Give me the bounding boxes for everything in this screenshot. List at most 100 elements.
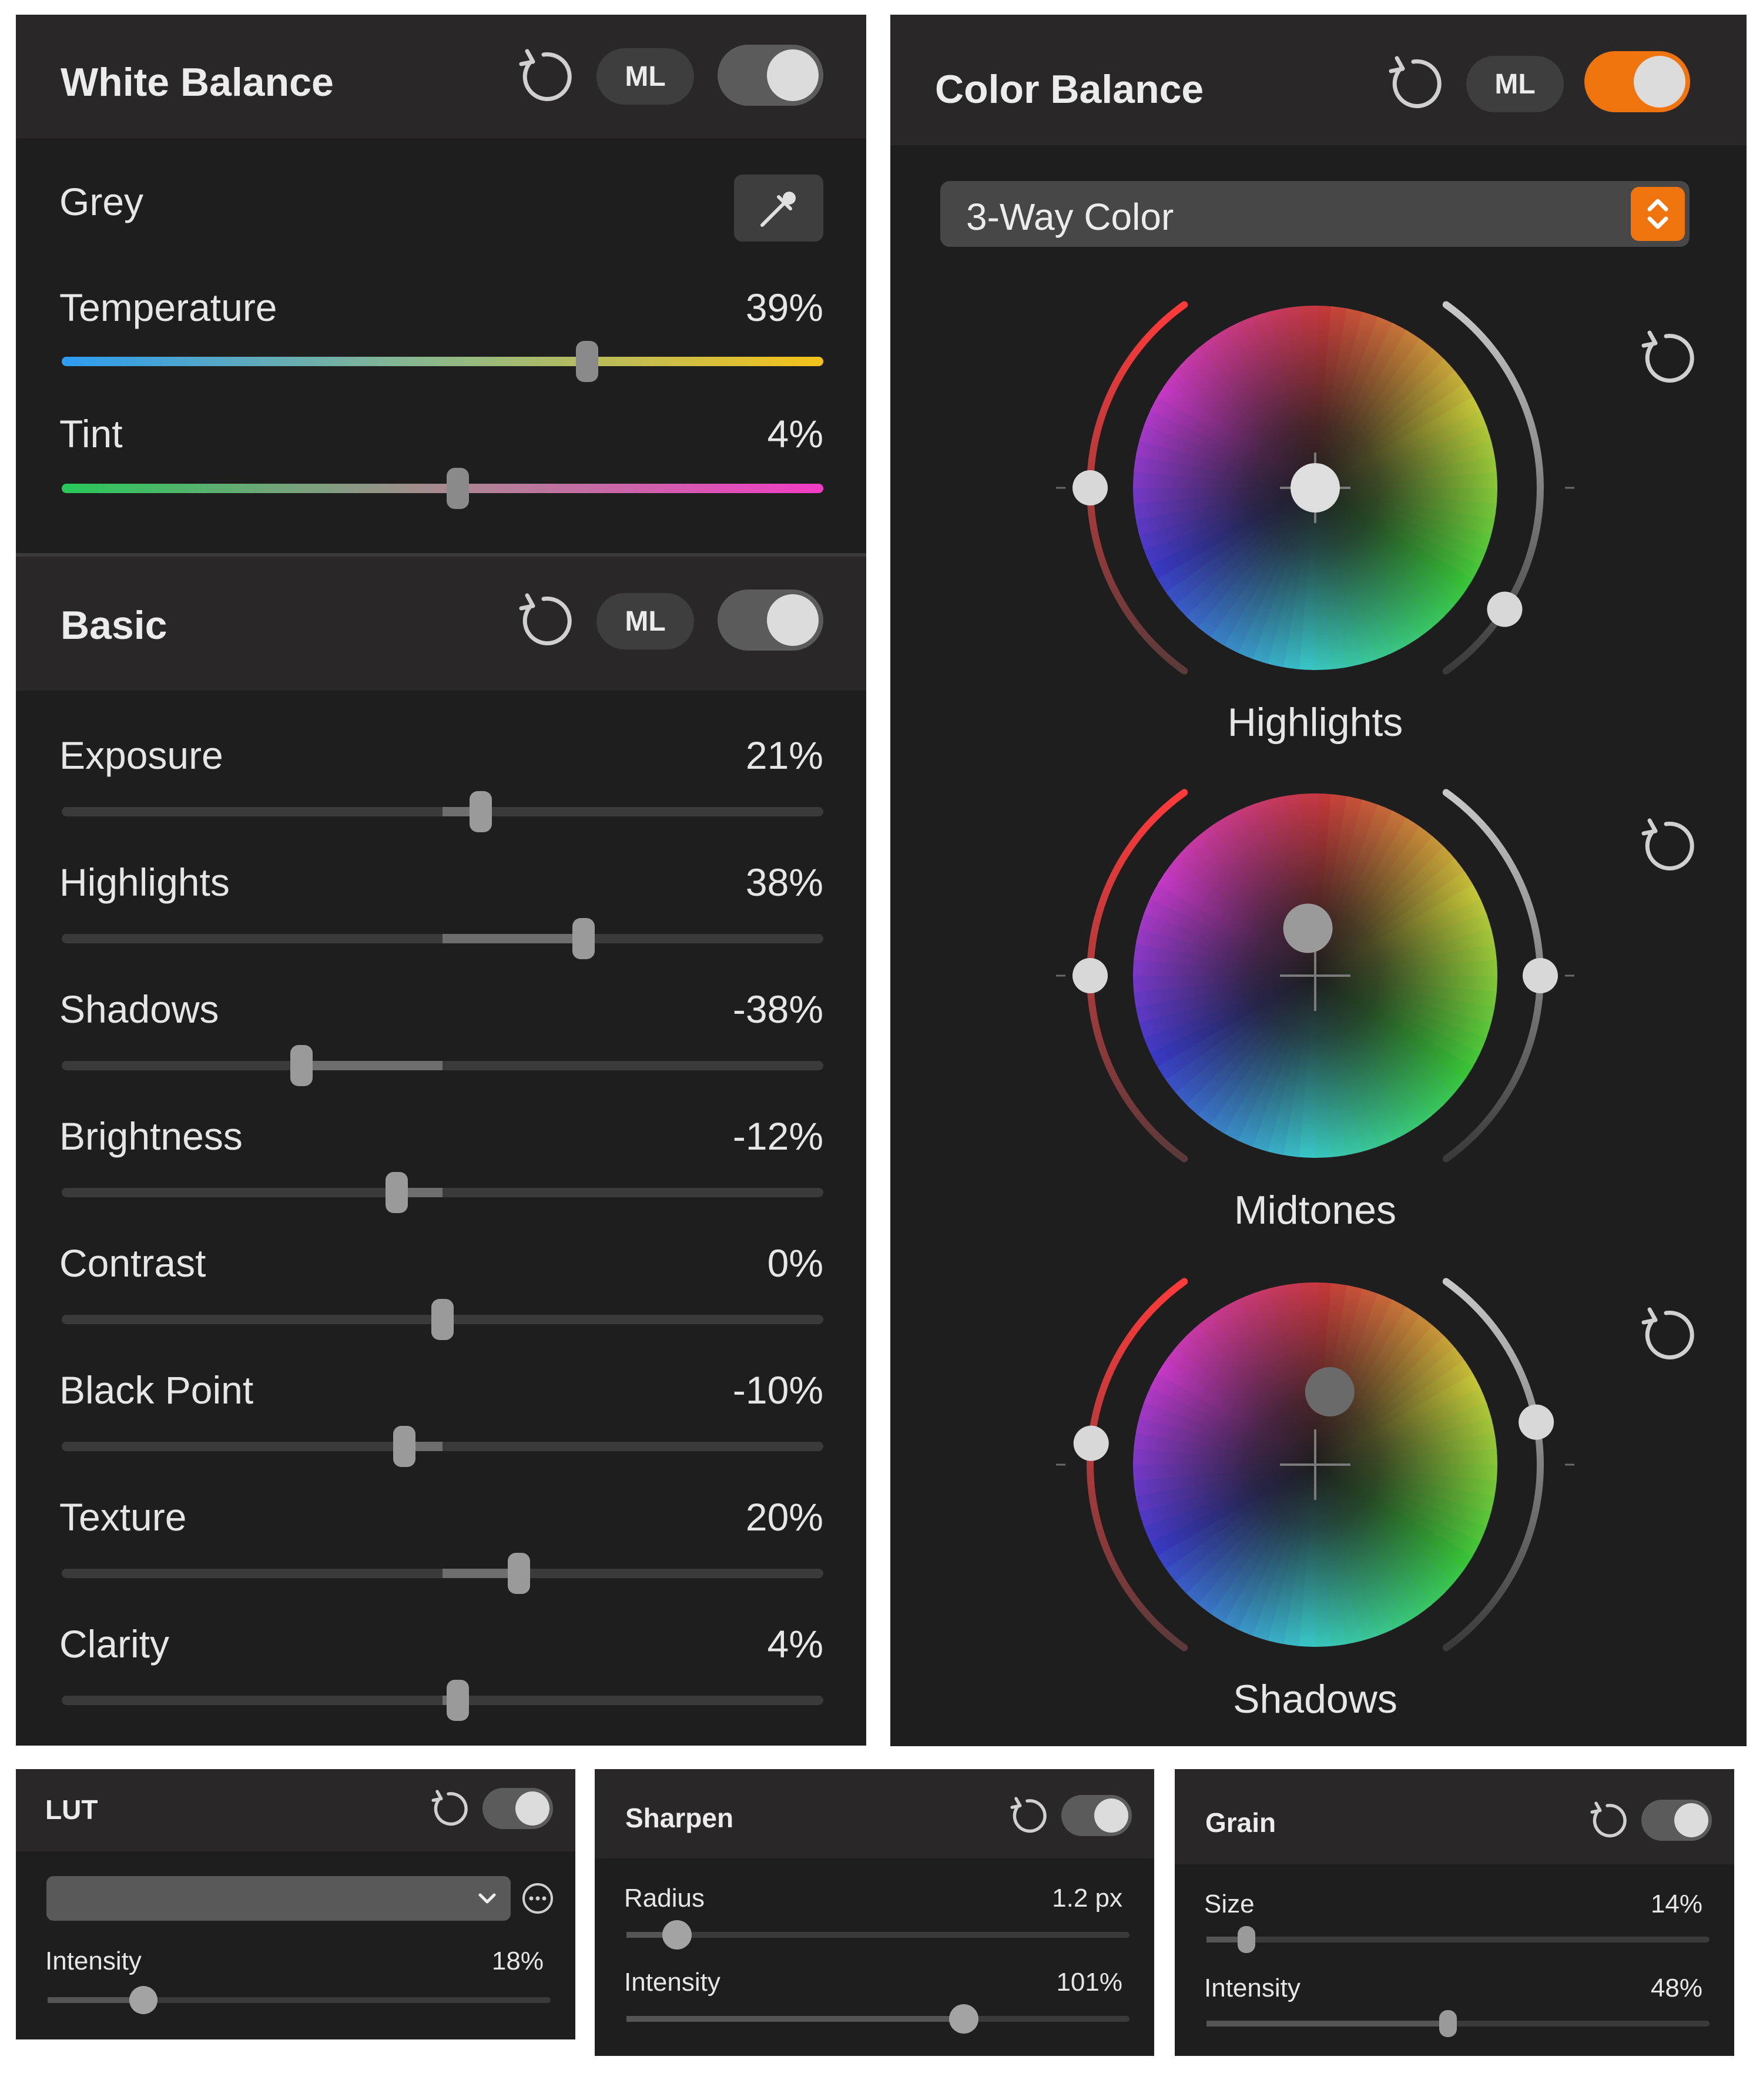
brightness-slider[interactable] [62, 1172, 823, 1213]
enable-toggle[interactable] [1641, 1800, 1712, 1841]
size-value: 14% [1650, 1890, 1702, 1918]
temperature-label: Temperature [59, 286, 277, 329]
shadows-value: -38% [732, 987, 823, 1031]
enable-toggle[interactable] [482, 1788, 553, 1829]
intensity-slider[interactable] [1206, 2010, 1710, 2037]
exposure-label: Exposure [59, 734, 223, 777]
intensity-value: 18% [491, 1947, 544, 1975]
mode-select-value: 3-Way Color [966, 196, 1174, 238]
lut-select[interactable] [46, 1876, 511, 1921]
enable-toggle[interactable] [1584, 51, 1690, 112]
brightness-value: -12% [732, 1114, 823, 1158]
color-puck[interactable] [1283, 903, 1333, 953]
clarity-slider[interactable] [62, 1680, 823, 1721]
ml-button[interactable]: ML [1466, 56, 1564, 112]
right-level-handle[interactable] [1487, 591, 1523, 627]
reset-icon[interactable] [1637, 329, 1695, 388]
radius-slider[interactable] [626, 1920, 1129, 1950]
color-wheel-graphic [1056, 1278, 1574, 1652]
temperature-value: 39% [745, 286, 823, 329]
enable-toggle[interactable] [718, 590, 823, 651]
reset-icon[interactable] [1384, 55, 1443, 113]
enable-toggle[interactable] [718, 45, 823, 106]
slider-thumb[interactable] [1238, 1926, 1256, 1953]
sharpen-header: Sharpen [595, 1769, 1154, 1858]
texture-value: 20% [745, 1495, 823, 1539]
clarity-label: Clarity [59, 1622, 170, 1666]
tint-label: Tint [59, 412, 123, 455]
slider-fill [1206, 2021, 1448, 2027]
radius-label: Radius [624, 1884, 705, 1913]
texture-label: Texture [59, 1495, 187, 1539]
reset-icon[interactable] [514, 592, 573, 651]
intensity-slider[interactable] [48, 1986, 551, 2014]
chevron-down-icon [477, 1889, 498, 1911]
slider-thumb[interactable] [576, 341, 599, 382]
size-slider[interactable] [1206, 1926, 1710, 1953]
slider-thumb[interactable] [507, 1553, 530, 1594]
highlights-wheel: Highlights [890, 253, 1747, 745]
slider-thumb[interactable] [662, 1920, 692, 1950]
intensity-label: Intensity [45, 1947, 142, 1975]
right-level-handle[interactable] [1523, 958, 1558, 993]
tint-slider[interactable] [62, 468, 823, 509]
reset-icon[interactable] [428, 1789, 468, 1829]
slider-thumb[interactable] [446, 468, 469, 509]
left-level-handle[interactable] [1072, 470, 1108, 505]
panel-title: LUT [45, 1794, 98, 1825]
shadows-slider[interactable] [62, 1045, 823, 1086]
slider-thumb[interactable] [386, 1172, 408, 1213]
black-point-value: -10% [732, 1368, 823, 1412]
reset-icon[interactable] [1007, 1796, 1047, 1836]
panel-title: Basic [61, 603, 167, 648]
slider-thumb[interactable] [290, 1045, 313, 1086]
reset-icon[interactable] [1637, 1306, 1695, 1365]
ml-button[interactable]: ML [596, 593, 694, 649]
left-level-handle[interactable] [1072, 958, 1108, 993]
intensity-slider[interactable] [626, 2004, 1129, 2034]
black-point-slider[interactable] [62, 1426, 823, 1467]
basic-panel: Basic ML Exposure 21% Highlights 38% Shadows… [16, 553, 866, 1746]
grey-label: Grey [59, 180, 144, 223]
mode-select[interactable]: 3-Way Color [940, 181, 1690, 247]
temperature-slider[interactable] [62, 341, 823, 382]
sharpen-panel: Sharpen Radius 1.2 px Intensity 101% [595, 1769, 1154, 2056]
right-level-handle[interactable] [1519, 1404, 1554, 1440]
size-label: Size [1204, 1890, 1255, 1918]
slider-thumb[interactable] [446, 1680, 469, 1721]
reset-icon[interactable] [1637, 817, 1695, 876]
ellipsis-circle-icon[interactable] [521, 1882, 554, 1918]
radius-value: 1.2 px [1052, 1884, 1122, 1913]
color-puck[interactable] [1291, 463, 1340, 513]
ml-button[interactable]: ML [596, 48, 694, 105]
reset-icon[interactable] [1587, 1801, 1627, 1841]
texture-slider[interactable] [62, 1553, 823, 1594]
slider-thumb[interactable] [572, 918, 595, 959]
shadows-wheel: Shadows [890, 1230, 1747, 1721]
eyedropper-button[interactable] [734, 175, 823, 242]
shadows-wheel-label: Shadows [1233, 1677, 1397, 1721]
reset-icon[interactable] [514, 48, 573, 106]
basic-header: Basic ML [16, 557, 866, 691]
slider-thumb[interactable] [431, 1299, 454, 1340]
grain-header: Grain [1175, 1769, 1734, 1864]
slider-fill [443, 934, 584, 943]
exposure-slider[interactable] [62, 791, 823, 832]
intensity-label: Intensity [624, 1968, 720, 1997]
shadows-label: Shadows [59, 987, 219, 1031]
white-balance-header: White Balance ML [16, 15, 866, 138]
slider-thumb[interactable] [393, 1426, 416, 1467]
slider-fill [626, 2016, 964, 2022]
slider-thumb[interactable] [129, 1986, 157, 2014]
color-puck[interactable] [1305, 1367, 1355, 1416]
black-point-label: Black Point [59, 1368, 254, 1412]
tint-value: 4% [767, 412, 823, 455]
slider-thumb[interactable] [948, 2004, 978, 2034]
slider-thumb[interactable] [469, 791, 492, 832]
panel-title: Sharpen [625, 1803, 734, 1833]
enable-toggle[interactable] [1061, 1795, 1132, 1836]
slider-thumb[interactable] [1439, 2010, 1457, 2037]
left-level-handle[interactable] [1073, 1425, 1109, 1461]
highlights-slider[interactable] [62, 918, 823, 959]
contrast-slider[interactable] [62, 1299, 823, 1340]
